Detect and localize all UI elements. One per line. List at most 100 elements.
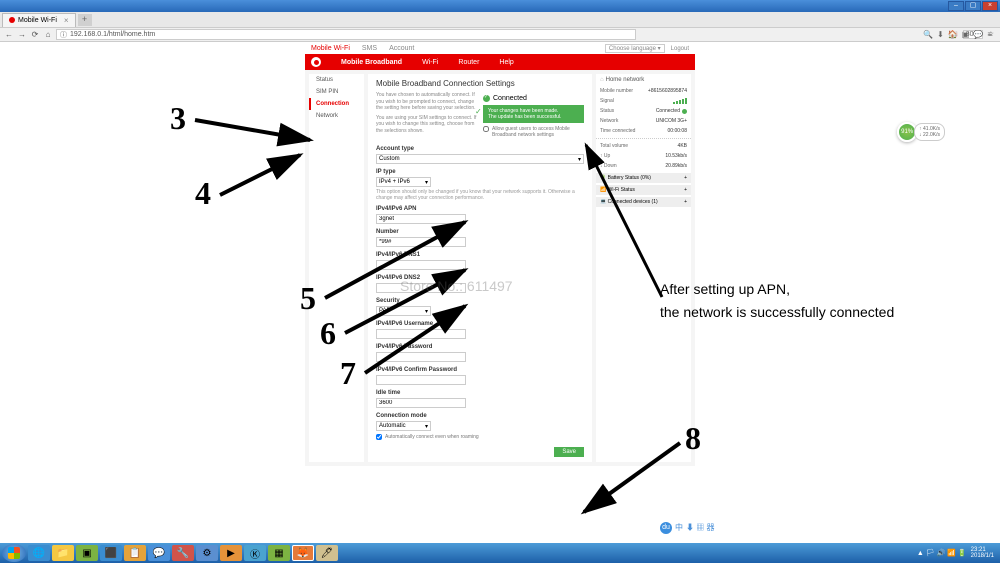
- tab-close-icon[interactable]: ×: [64, 16, 69, 25]
- watermark: Store No.: 611497: [400, 278, 513, 294]
- wifi-status-section[interactable]: 📶 Wi-Fi Status+: [596, 185, 691, 195]
- battery-section[interactable]: 🔋 Battery Status (0%)+: [596, 173, 691, 183]
- label-ip-type: IP type: [376, 169, 584, 175]
- label-security: Security: [376, 298, 584, 304]
- annotation-4: 4: [195, 175, 211, 212]
- sidebar-item-status[interactable]: Status: [309, 74, 364, 86]
- close-button[interactable]: ×: [982, 1, 998, 11]
- sidebar-item-connection[interactable]: Connection: [309, 98, 364, 110]
- home-toolbar-icon[interactable]: 🏠: [948, 30, 958, 39]
- label-username: IPv4/IPv6 Username: [376, 321, 584, 327]
- browser-tab[interactable]: Mobile Wi-Fi ×: [2, 13, 76, 27]
- sidebar-item-simpin[interactable]: SIM PIN: [309, 86, 364, 98]
- taskbar-app1-icon[interactable]: ▣: [76, 545, 98, 561]
- reload-button[interactable]: ⟳: [30, 30, 40, 40]
- label-apn: IPv4/IPv6 APN: [376, 206, 584, 212]
- status-panel: ⌂ Home network Mobile number+86156028958…: [596, 74, 691, 462]
- maximize-button[interactable]: ▢: [965, 1, 981, 11]
- taskbar-firefox-icon[interactable]: 🦊: [292, 545, 314, 561]
- taskbar-app4-icon[interactable]: 💬: [148, 545, 170, 561]
- chat-icon[interactable]: 💬: [973, 30, 983, 39]
- browser-tab-bar: Mobile Wi-Fi × +: [0, 12, 1000, 28]
- page-title: Mobile Broadband Connection Settings: [376, 79, 584, 88]
- baidu-ime-icon[interactable]: du: [660, 522, 672, 534]
- ip-type-hint: This option should only be changed if yo…: [376, 189, 584, 201]
- start-button[interactable]: [2, 544, 26, 562]
- taskbar-app6-icon[interactable]: ⚙: [196, 545, 218, 561]
- logout-link[interactable]: Logout: [671, 46, 689, 52]
- annotation-3: 3: [170, 100, 186, 137]
- select-account-type[interactable]: Custom▾: [376, 154, 584, 164]
- forward-button[interactable]: →: [17, 30, 27, 40]
- language-select[interactable]: Choose language ▾: [605, 44, 665, 53]
- ime-toolbar[interactable]: du 中 ⬇ ▦ 器: [660, 522, 714, 534]
- taskbar-ie-icon[interactable]: 🌐: [28, 545, 50, 561]
- new-tab-button[interactable]: +: [78, 14, 92, 26]
- nav-mobile-broadband[interactable]: Mobile Broadband: [341, 59, 402, 66]
- sidebar: Status SIM PIN Connection Network: [309, 74, 364, 462]
- taskbar-app2-icon[interactable]: ⬛: [100, 545, 122, 561]
- library-icon[interactable]: ▣: [962, 30, 970, 39]
- search-icon[interactable]: 🔍: [923, 30, 933, 39]
- main-nav: Mobile Broadband Wi-Fi Router Help: [305, 54, 695, 70]
- vodafone-favicon: [9, 17, 15, 23]
- annotation-text-2: the network is successfully connected: [660, 304, 894, 320]
- tab-mobile-wifi[interactable]: Mobile Wi-Fi: [311, 45, 350, 52]
- taskbar-app8-icon[interactable]: Ⓚ: [244, 545, 266, 561]
- tray-icons[interactable]: ▲ 🏳 🔊 📶 🔋: [917, 549, 967, 557]
- taskbar-app3-icon[interactable]: 📋: [124, 545, 146, 561]
- ime-tools[interactable]: ⬇ ▦ 器: [686, 522, 714, 534]
- page-body: Status SIM PIN Connection Network Mobile…: [305, 70, 695, 466]
- select-ip-type[interactable]: IPv4 + IPv6▾: [376, 177, 431, 187]
- label-account-type: Account type: [376, 146, 584, 152]
- tray-date[interactable]: 2018/1/1: [971, 553, 994, 559]
- connected-dot-icon: [682, 109, 687, 114]
- nav-router[interactable]: Router: [458, 59, 479, 66]
- annotation-8: 8: [685, 420, 701, 457]
- windows-taskbar: 🌐 📁 ▣ ⬛ 📋 💬 🔧 ⚙ ▶ Ⓚ ▦ 🦊 🖊 ▲ 🏳 🔊 📶 🔋 23:2…: [0, 543, 1000, 563]
- input-username[interactable]: [376, 329, 466, 339]
- back-button[interactable]: ←: [4, 30, 14, 40]
- home-network-icon: ⌂: [600, 77, 604, 83]
- save-button[interactable]: Save: [554, 447, 584, 457]
- taskbar-app7-icon[interactable]: ▶: [220, 545, 242, 561]
- taskbar-app9-icon[interactable]: ▦: [268, 545, 290, 561]
- input-apn[interactable]: [376, 214, 466, 224]
- roaming-checkbox[interactable]: Automatically connect even when roaming: [376, 434, 584, 440]
- tab-account[interactable]: Account: [389, 45, 414, 52]
- annotation-text-1: After setting up APN,: [660, 281, 790, 297]
- select-connection-mode[interactable]: Automatic▾: [376, 421, 431, 431]
- select-security[interactable]: PAP▾: [376, 306, 431, 316]
- vodafone-logo: [311, 57, 321, 67]
- widget-stats: ↑ 41.0K/s ↓ 22.0K/s: [914, 123, 945, 141]
- menu-icon[interactable]: ≡: [987, 30, 992, 39]
- info-icon: ⓘ: [60, 30, 67, 40]
- nav-wifi[interactable]: Wi-Fi: [422, 59, 438, 66]
- annotation-5: 5: [300, 280, 316, 317]
- label-password: IPv4/IPv6 Password: [376, 344, 584, 350]
- tab-sms[interactable]: SMS: [362, 45, 377, 52]
- home-button[interactable]: ⌂: [43, 30, 53, 40]
- input-password[interactable]: [376, 352, 466, 362]
- taskbar-app5-icon[interactable]: 🔧: [172, 545, 194, 561]
- input-number[interactable]: [376, 237, 466, 247]
- settings-form: Mobile Broadband Connection Settings You…: [368, 74, 592, 462]
- nav-help[interactable]: Help: [499, 59, 513, 66]
- input-confirm-password[interactable]: [376, 375, 466, 385]
- minimize-button[interactable]: –: [948, 1, 964, 11]
- ime-lang-badge[interactable]: 中: [675, 522, 683, 534]
- desc-text-2: You are using your SIM settings to conne…: [376, 115, 477, 135]
- connection-status: Connected: [483, 95, 584, 102]
- input-dns1[interactable]: [376, 260, 466, 270]
- annotation-7: 7: [340, 355, 356, 392]
- input-idle-time[interactable]: [376, 398, 466, 408]
- taskbar-app10-icon[interactable]: 🖊: [316, 545, 338, 561]
- label-connection-mode: Connection mode: [376, 413, 584, 419]
- sidebar-item-network[interactable]: Network: [309, 110, 364, 122]
- download-icon[interactable]: ⬇: [937, 30, 944, 39]
- connected-devices-section[interactable]: 💻 Connected devices (1)+: [596, 197, 691, 207]
- network-monitor-widget[interactable]: 91% ↑ 41.0K/s ↓ 22.0K/s: [897, 122, 945, 142]
- url-input[interactable]: ⓘ 192.168.0.1/html/home.htm: [56, 29, 636, 40]
- taskbar-explorer-icon[interactable]: 📁: [52, 545, 74, 561]
- guest-access-checkbox[interactable]: Allow guest users to access Mobile Broad…: [483, 126, 584, 138]
